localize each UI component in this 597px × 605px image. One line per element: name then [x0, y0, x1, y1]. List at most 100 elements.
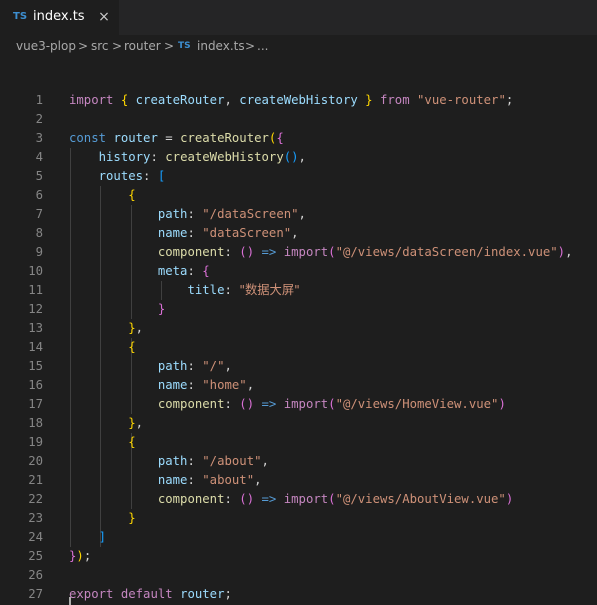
code-line[interactable]: 18 },	[0, 414, 597, 433]
code-token: "@/views/AboutView.vue"	[335, 492, 506, 506]
code-line[interactable]: 17 component: () => import("@/views/Home…	[0, 395, 597, 414]
code-line[interactable]: 11 title: "数据大屏"	[0, 281, 597, 300]
code-token: :	[187, 378, 203, 392]
breadcrumb-item-src[interactable]: src	[91, 39, 109, 53]
code-token: (	[328, 492, 336, 506]
code-token: ()	[239, 397, 255, 411]
code-line[interactable]: 24 ]	[0, 528, 597, 547]
breadcrumb-item-vue3-plop[interactable]: vue3-plop	[16, 39, 76, 53]
code-token: history	[98, 150, 151, 164]
code-line[interactable]: 15 path: "/",	[0, 357, 597, 376]
code-line[interactable]: 14 {	[0, 338, 597, 357]
code-token: :	[187, 226, 203, 240]
code-token: [	[157, 169, 166, 183]
line-number: 8	[35, 226, 43, 240]
code-token: {	[276, 131, 284, 145]
line-number: 14	[28, 340, 43, 354]
code-token: createRouter	[180, 131, 269, 145]
code-token: }	[128, 416, 136, 430]
code-line[interactable]: 20 path: "/about",	[0, 452, 597, 471]
line-number: 20	[28, 454, 43, 468]
code-token: import	[283, 397, 329, 411]
line-number: 12	[28, 302, 43, 316]
code-token: :	[187, 264, 203, 278]
code-token: :	[187, 207, 203, 221]
code-line[interactable]: 25});	[0, 547, 597, 566]
line-number: 15	[28, 359, 43, 373]
chevron-right-icon: >	[112, 39, 123, 53]
code-token: from	[379, 93, 410, 107]
breadcrumb-item-router[interactable]: router	[124, 39, 161, 53]
code-token: component	[157, 397, 225, 411]
code-line[interactable]: 26	[0, 566, 597, 585]
code-line[interactable]: 27 export default router;	[0, 585, 597, 604]
code-text: {	[69, 186, 135, 205]
editor-window: TS index.ts × vue3-plop > src > router >…	[0, 0, 597, 605]
line-number: 17	[28, 397, 43, 411]
breadcrumb-item-index-ts[interactable]: index.ts	[197, 39, 245, 53]
code-line[interactable]: 21 name: "about",	[0, 471, 597, 490]
code-token: ()	[239, 492, 255, 506]
code-line[interactable]: 10 meta: {	[0, 262, 597, 281]
chevron-right-icon: >	[164, 39, 175, 53]
code-line[interactable]: 4 history: createWebHistory(),	[0, 148, 597, 167]
code-text: component: () => import("@/views/dataScr…	[69, 243, 573, 262]
code-token: ()	[239, 245, 255, 259]
code-token: ,	[254, 473, 262, 487]
line-number: 16	[28, 378, 43, 392]
code-token: meta	[157, 264, 188, 278]
code-token: ,	[224, 93, 240, 107]
code-line[interactable]: 16 name: "home",	[0, 376, 597, 395]
code-line[interactable]: 1 import { createRouter, createWebHistory…	[0, 91, 597, 110]
code-line[interactable]: 13 },	[0, 319, 597, 338]
code-text: }	[69, 509, 135, 528]
code-token: :	[187, 359, 203, 373]
code-line[interactable]: 23 }	[0, 509, 597, 528]
line-number: 5	[35, 169, 43, 183]
code-line[interactable]: 12 }	[0, 300, 597, 319]
code-line[interactable]: 22 component: () => import("@/views/Abou…	[0, 490, 597, 509]
code-line[interactable]: 19 {	[0, 433, 597, 452]
code-text: path: "/",	[69, 357, 232, 376]
close-icon[interactable]: ×	[95, 8, 113, 26]
tab-title: index.ts	[33, 9, 85, 24]
code-token: ]	[98, 530, 107, 544]
code-line[interactable]: 3 const router = createRouter({	[0, 129, 597, 148]
code-token: ;	[224, 587, 232, 601]
code-token: router	[180, 587, 225, 601]
code-text: path: "/dataScreen",	[69, 205, 306, 224]
code-editor[interactable]: 1 import { createRouter, createWebHistory…	[0, 57, 597, 605]
breadcrumb-item-symbols[interactable]: ...	[257, 39, 268, 53]
code-token: name	[157, 473, 188, 487]
code-token: )	[76, 549, 84, 563]
code-line[interactable]: 9 component: () => import("@/views/dataS…	[0, 243, 597, 262]
line-number: 4	[35, 150, 43, 164]
code-text: name: "dataScreen",	[69, 224, 299, 243]
code-token: }	[128, 321, 136, 335]
code-token: export	[69, 587, 114, 601]
tab-index-ts[interactable]: TS index.ts ×	[0, 0, 120, 35]
code-token: (	[328, 397, 336, 411]
code-token: component	[157, 492, 225, 506]
line-number: 10	[28, 264, 43, 278]
code-line[interactable]: 6 {	[0, 186, 597, 205]
code-line[interactable]: 7 path: "/dataScreen",	[0, 205, 597, 224]
line-number: 11	[28, 283, 43, 297]
code-line[interactable]: 2	[0, 110, 597, 129]
code-token: )	[505, 492, 514, 506]
text-cursor	[69, 597, 71, 605]
code-token: :	[187, 473, 203, 487]
code-line[interactable]: 5 routes: [	[0, 167, 597, 186]
code-line[interactable]: 8 name: "dataScreen",	[0, 224, 597, 243]
